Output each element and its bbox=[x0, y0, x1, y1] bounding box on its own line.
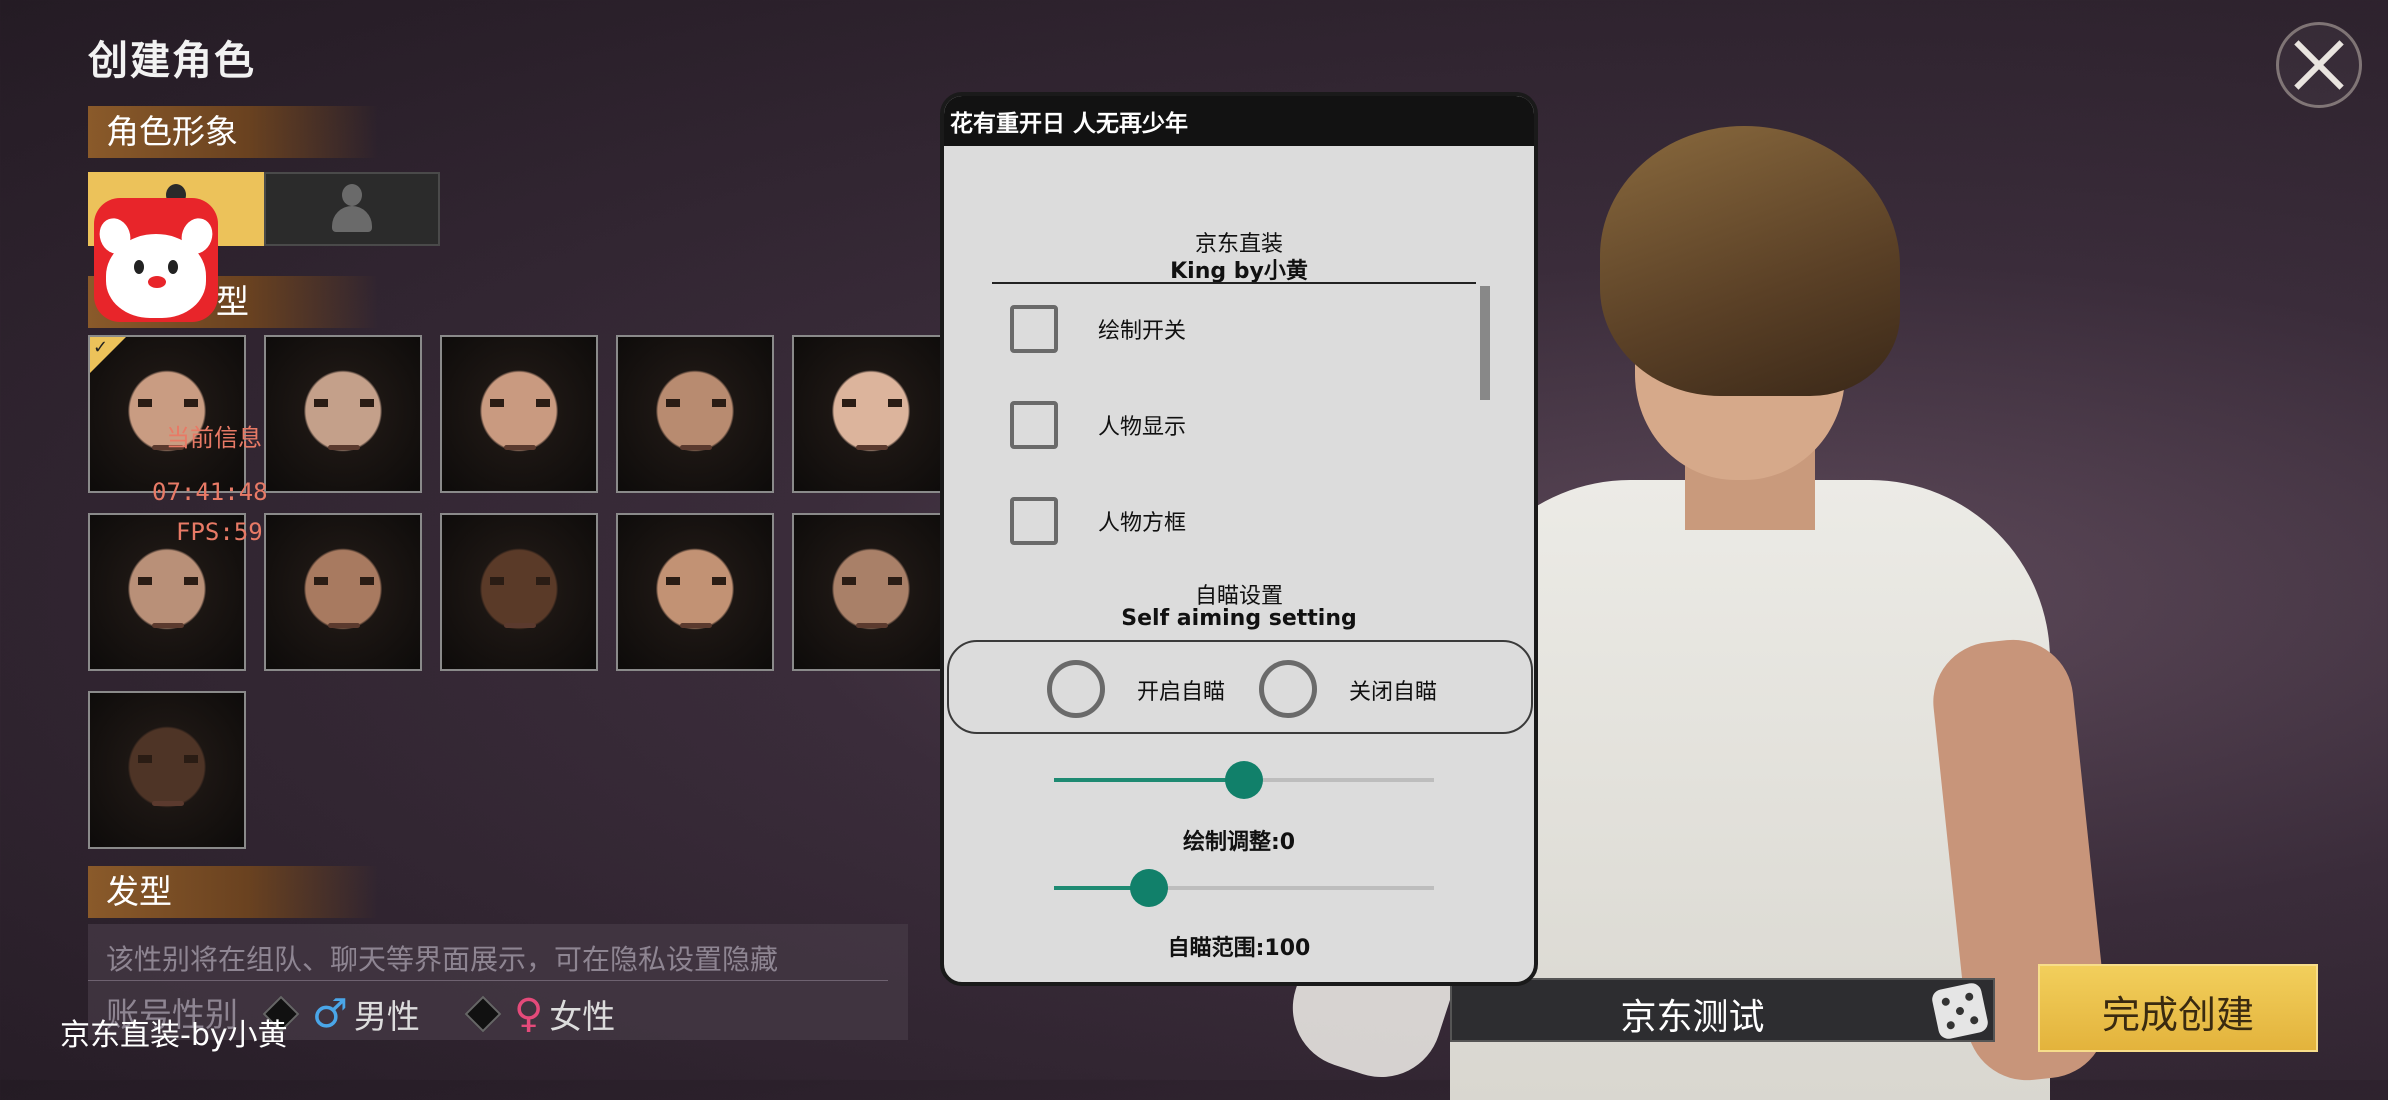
draw-adjust-value: 绘制调整:0 bbox=[1182, 830, 1296, 855]
face-option[interactable] bbox=[264, 513, 422, 671]
checkbox-label: 绘制开关 bbox=[1098, 319, 1187, 344]
aim-radio-group: 开启自瞄 关闭自瞄 bbox=[947, 640, 1533, 734]
character-name-field[interactable]: 京东测试 bbox=[1450, 978, 1995, 1042]
aim-heading-en: Self aiming setting bbox=[1121, 606, 1357, 631]
overlay-fps: FPS:59 bbox=[176, 518, 263, 546]
check-icon: ✓ bbox=[93, 337, 109, 358]
mod-menu-title: 花有重开日 人无再少年 bbox=[950, 111, 1189, 137]
male-label: 男性 bbox=[353, 997, 420, 1036]
female-label: 女性 bbox=[549, 997, 616, 1036]
section-appearance: 角色形象 bbox=[88, 106, 378, 158]
checkbox[interactable] bbox=[1010, 401, 1058, 449]
face-option[interactable] bbox=[264, 335, 422, 493]
face-option[interactable] bbox=[616, 513, 774, 671]
diamond-icon bbox=[464, 995, 502, 1033]
aim-range-value: 自瞄范围:100 bbox=[1167, 936, 1311, 961]
face-option[interactable] bbox=[440, 513, 598, 671]
overlay-clock: 07:41:48 bbox=[152, 478, 268, 506]
face-option[interactable] bbox=[616, 335, 774, 493]
menu-scrollbar[interactable] bbox=[1480, 286, 1490, 400]
finish-create-label: 完成创建 bbox=[2101, 993, 2254, 1037]
face-option[interactable] bbox=[792, 335, 950, 493]
draw-adjust-slider[interactable] bbox=[1054, 761, 1434, 799]
finish-create-button[interactable]: 完成创建 bbox=[2038, 964, 2318, 1052]
random-dice-icon[interactable] bbox=[1930, 981, 1990, 1041]
aim-off-radio[interactable] bbox=[1259, 660, 1317, 718]
checkbox-label: 人物显示 bbox=[1098, 415, 1187, 440]
menu-header-divider bbox=[992, 282, 1476, 284]
slider-thumb[interactable] bbox=[1130, 869, 1168, 907]
menu-header-line2: King by小黄 bbox=[1170, 259, 1308, 284]
checkbox-row-player-display[interactable]: 人物显示 bbox=[1010, 397, 1186, 453]
male-symbol-icon: ♂ bbox=[312, 991, 348, 1037]
slider-fill bbox=[1054, 778, 1244, 782]
checkbox[interactable] bbox=[1010, 305, 1058, 353]
aim-off-label[interactable]: 关闭自瞄 bbox=[1349, 674, 1437, 706]
slider-thumb[interactable] bbox=[1225, 761, 1263, 799]
mod-menu-body: 京东直装 King by小黄 绘制开关 人物显示 人物方框 自瞄设置 Self … bbox=[944, 146, 1534, 982]
aim-on-radio[interactable] bbox=[1047, 660, 1105, 718]
checkbox-row-player-box[interactable]: 人物方框 bbox=[1010, 493, 1186, 549]
checkbox-row-draw-toggle[interactable]: 绘制开关 bbox=[1010, 301, 1186, 357]
jd-dog-logo-icon[interactable] bbox=[94, 198, 218, 322]
overlay-info-label: 当前信息 bbox=[166, 424, 262, 452]
close-button[interactable] bbox=[2276, 22, 2362, 108]
face-option[interactable] bbox=[88, 691, 246, 849]
aim-range-slider[interactable] bbox=[1054, 869, 1434, 907]
gender-hint-text: 该性别将在组队、聊天等界面展示，可在隐私设置隐藏 bbox=[106, 943, 779, 976]
face-option[interactable] bbox=[792, 513, 950, 671]
male-option[interactable]: ♂ 男性 bbox=[262, 990, 420, 1038]
close-icon bbox=[2291, 37, 2347, 93]
mod-menu-titlebar[interactable]: 花有重开日 人无再少年 bbox=[944, 96, 1534, 146]
person-icon bbox=[332, 184, 372, 234]
female-body-tab[interactable] bbox=[264, 172, 440, 246]
character-name-value: 京东测试 bbox=[1620, 997, 1765, 1038]
section-hairstyle: 发型 bbox=[88, 866, 378, 918]
checkbox-label: 人物方框 bbox=[1098, 511, 1187, 536]
checkbox[interactable] bbox=[1010, 497, 1058, 545]
page-title: 创建角色 bbox=[88, 38, 256, 84]
watermark: 京东直装-by小黄 bbox=[60, 1018, 288, 1053]
hint-divider bbox=[88, 980, 888, 981]
face-option[interactable]: ✓ bbox=[88, 335, 246, 493]
face-option[interactable] bbox=[440, 335, 598, 493]
female-option[interactable]: ♀ 女性 bbox=[464, 990, 616, 1038]
mod-menu-panel[interactable]: 花有重开日 人无再少年 京东直装 King by小黄 绘制开关 人物显示 人物方… bbox=[940, 92, 1538, 986]
aim-on-label[interactable]: 开启自瞄 bbox=[1137, 674, 1225, 706]
female-symbol-icon: ♀ bbox=[514, 991, 544, 1037]
